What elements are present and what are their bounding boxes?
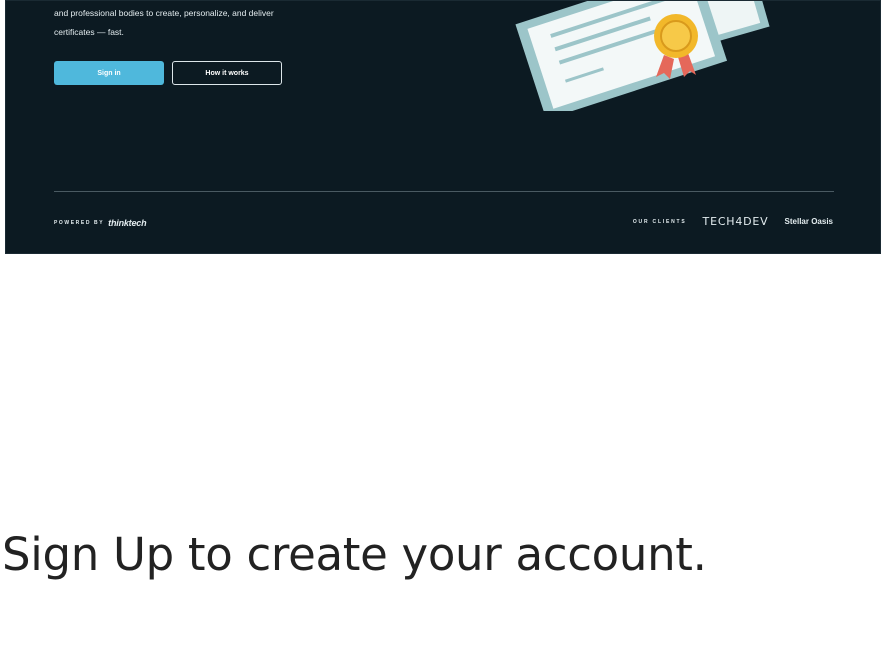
sign-in-button[interactable]: Sign in [54,61,164,85]
powered-by: POWERED BY thinktech [54,218,147,228]
client-tech4dev-logo: TECH4DEV [702,215,769,228]
client-stellar-oasis-logo: Stellar Oasis [784,217,833,226]
clients-label: OUR CLIENTS [632,218,687,225]
certificate-illustration-icon [515,1,770,111]
powered-by-label: POWERED BY [54,220,105,226]
clients-list: OUR CLIENTS TECH4DEV Stellar Oasis [633,215,833,228]
signup-title: Sign Up to create your account. [2,528,707,581]
hero-banner: and professional bodies to create, perso… [5,0,881,254]
hero-description: and professional bodies to create, perso… [54,8,274,37]
footer-divider [54,191,834,192]
how-it-works-button[interactable]: How it works [172,61,282,85]
thinktech-logo: thinktech [108,218,147,228]
